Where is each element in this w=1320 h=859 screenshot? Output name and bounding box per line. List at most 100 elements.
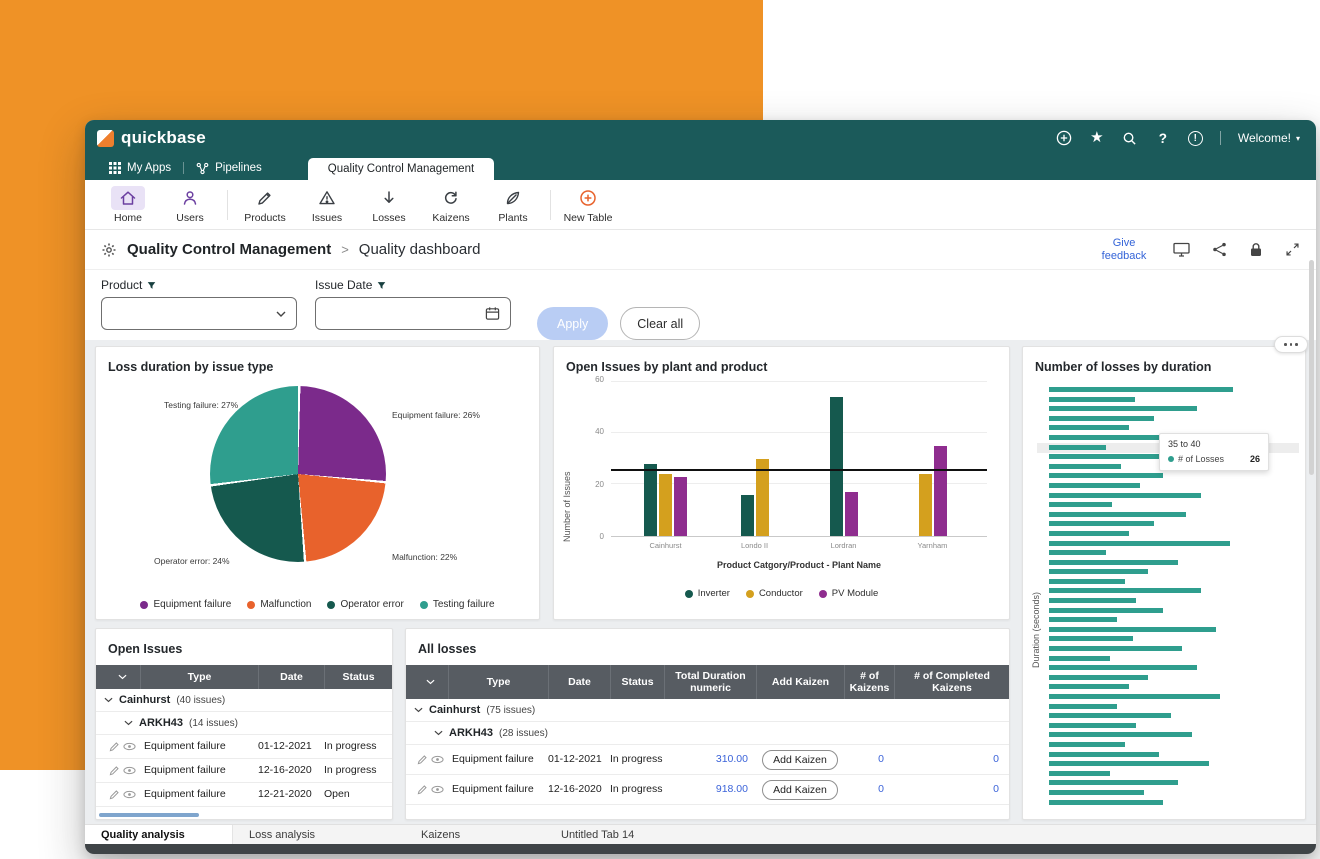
completed-kaizen-count[interactable]: 0 [894,783,1009,796]
bar-inverter[interactable] [644,464,657,536]
view-icon[interactable] [431,785,444,794]
duration-bar[interactable] [1049,752,1159,757]
duration-bar[interactable] [1049,502,1112,507]
toolbar-item-issues[interactable]: Issues [296,186,358,224]
duration-bar[interactable] [1049,569,1148,574]
collapse-all-header[interactable] [406,665,448,699]
add-icon[interactable] [1056,130,1072,146]
duration-bar[interactable] [1049,425,1129,430]
duration-bar[interactable] [1049,531,1129,536]
welcome-menu[interactable]: Welcome! ▾ [1238,131,1300,145]
column-header-date[interactable]: Date [548,665,610,699]
toolbar-item-losses[interactable]: Losses [358,186,420,224]
duration-bar[interactable] [1049,579,1125,584]
toolbar-item-home[interactable]: Home [97,186,159,224]
column-header-total-duration[interactable]: Total Duration numeric [664,665,756,699]
column-header-date[interactable]: Date [258,665,324,689]
duration-bar[interactable] [1049,713,1171,718]
bar-pv-module[interactable] [934,446,947,536]
duration-bar[interactable] [1049,627,1216,632]
duration-bar[interactable] [1049,665,1197,670]
group-row[interactable]: Cainhurst (40 issues) [96,689,392,712]
apply-button[interactable]: Apply [537,307,608,340]
view-icon[interactable] [123,766,136,775]
total-duration-value[interactable]: 310.00 [664,753,756,766]
edit-icon[interactable] [109,789,120,800]
duration-bar[interactable] [1049,704,1117,709]
duration-bar[interactable] [1049,416,1154,421]
product-filter-select[interactable] [101,297,297,330]
toolbar-item-products[interactable]: Products [234,186,296,224]
column-header-add-kaizen[interactable]: Add Kaizen [756,665,844,699]
duration-bar[interactable] [1049,675,1148,680]
duration-bar[interactable] [1049,800,1163,805]
edit-icon[interactable] [109,765,120,776]
duration-bar[interactable] [1049,445,1106,450]
duration-bar[interactable] [1049,646,1182,651]
help-icon[interactable]: ? [1155,130,1171,146]
completed-kaizen-count[interactable]: 0 [894,753,1009,766]
group-row[interactable]: Cainhurst (75 issues) [406,699,1009,722]
lock-icon[interactable] [1249,242,1263,257]
tab-quality-control-management[interactable]: Quality Control Management [308,158,494,180]
subgroup-row[interactable]: ARKH43 (14 issues) [96,712,392,735]
duration-bar[interactable] [1049,694,1220,699]
column-header-type[interactable]: Type [448,665,548,699]
view-icon[interactable] [123,790,136,799]
toolbar-item-kaizens[interactable]: Kaizens [420,186,482,224]
pie-chart[interactable] [210,386,386,562]
table-row[interactable]: Equipment failure 12-16-2020 In progress… [406,775,1009,805]
duration-bar[interactable] [1049,406,1197,411]
duration-bar[interactable] [1049,617,1117,622]
column-header-status[interactable]: Status [610,665,664,699]
duration-bar[interactable] [1049,742,1125,747]
duration-bar[interactable] [1049,723,1136,728]
duration-bar[interactable] [1049,397,1135,402]
edit-icon[interactable] [417,754,428,765]
duration-bar[interactable] [1049,732,1192,737]
alert-icon[interactable]: ! [1188,131,1203,146]
app-title[interactable]: Quality Control Management [127,241,331,258]
column-header-status[interactable]: Status [324,665,392,689]
view-icon[interactable] [123,742,136,751]
vertical-scrollbar[interactable] [1309,260,1314,475]
kaizen-count[interactable]: 0 [844,753,894,766]
toolbar-item-users[interactable]: Users [159,186,221,224]
view-icon[interactable] [431,755,444,764]
kaizen-count[interactable]: 0 [844,783,894,796]
duration-bar[interactable] [1049,684,1129,689]
bar-inverter[interactable] [741,495,754,536]
share-icon[interactable] [1212,242,1227,257]
tab-kaizens[interactable]: Kaizens [405,825,545,844]
duration-bar[interactable] [1049,636,1133,641]
bar-pv-module[interactable] [674,477,687,536]
tab-quality-analysis[interactable]: Quality analysis [85,825,233,844]
duration-bar[interactable] [1049,761,1209,766]
toolbar-item-plants[interactable]: Plants [482,186,544,224]
edit-icon[interactable] [417,784,428,795]
column-header-kaizens[interactable]: # of Kaizens [844,665,894,699]
duration-bar[interactable] [1049,473,1163,478]
column-header-completed-kaizens[interactable]: # of Completed Kaizens [894,665,1009,699]
duration-bar[interactable] [1049,550,1106,555]
duration-bar[interactable] [1049,790,1144,795]
bar-conductor[interactable] [919,474,932,536]
more-options-button[interactable] [1274,336,1308,353]
duration-bar[interactable] [1049,560,1178,565]
horizontal-scrollbar[interactable] [99,813,199,817]
duration-bar[interactable] [1049,608,1163,613]
total-duration-value[interactable]: 918.00 [664,783,756,796]
duration-bar[interactable] [1049,512,1186,517]
bar-conductor[interactable] [659,474,672,536]
duration-bar[interactable] [1049,771,1110,776]
star-icon[interactable]: ★ [1089,130,1105,146]
duration-bar[interactable] [1049,598,1136,603]
expand-icon[interactable] [1285,242,1300,257]
table-row[interactable]: Equipment failure 01-12-2021 In progress… [406,745,1009,775]
bar-pv-module[interactable] [845,492,858,536]
duration-bar[interactable] [1049,656,1110,661]
tab-loss-analysis[interactable]: Loss analysis [233,825,405,844]
issue-date-input[interactable] [315,297,511,330]
table-row[interactable]: Equipment failure 12-16-2020 In progress [96,759,392,783]
present-icon[interactable] [1173,242,1190,257]
